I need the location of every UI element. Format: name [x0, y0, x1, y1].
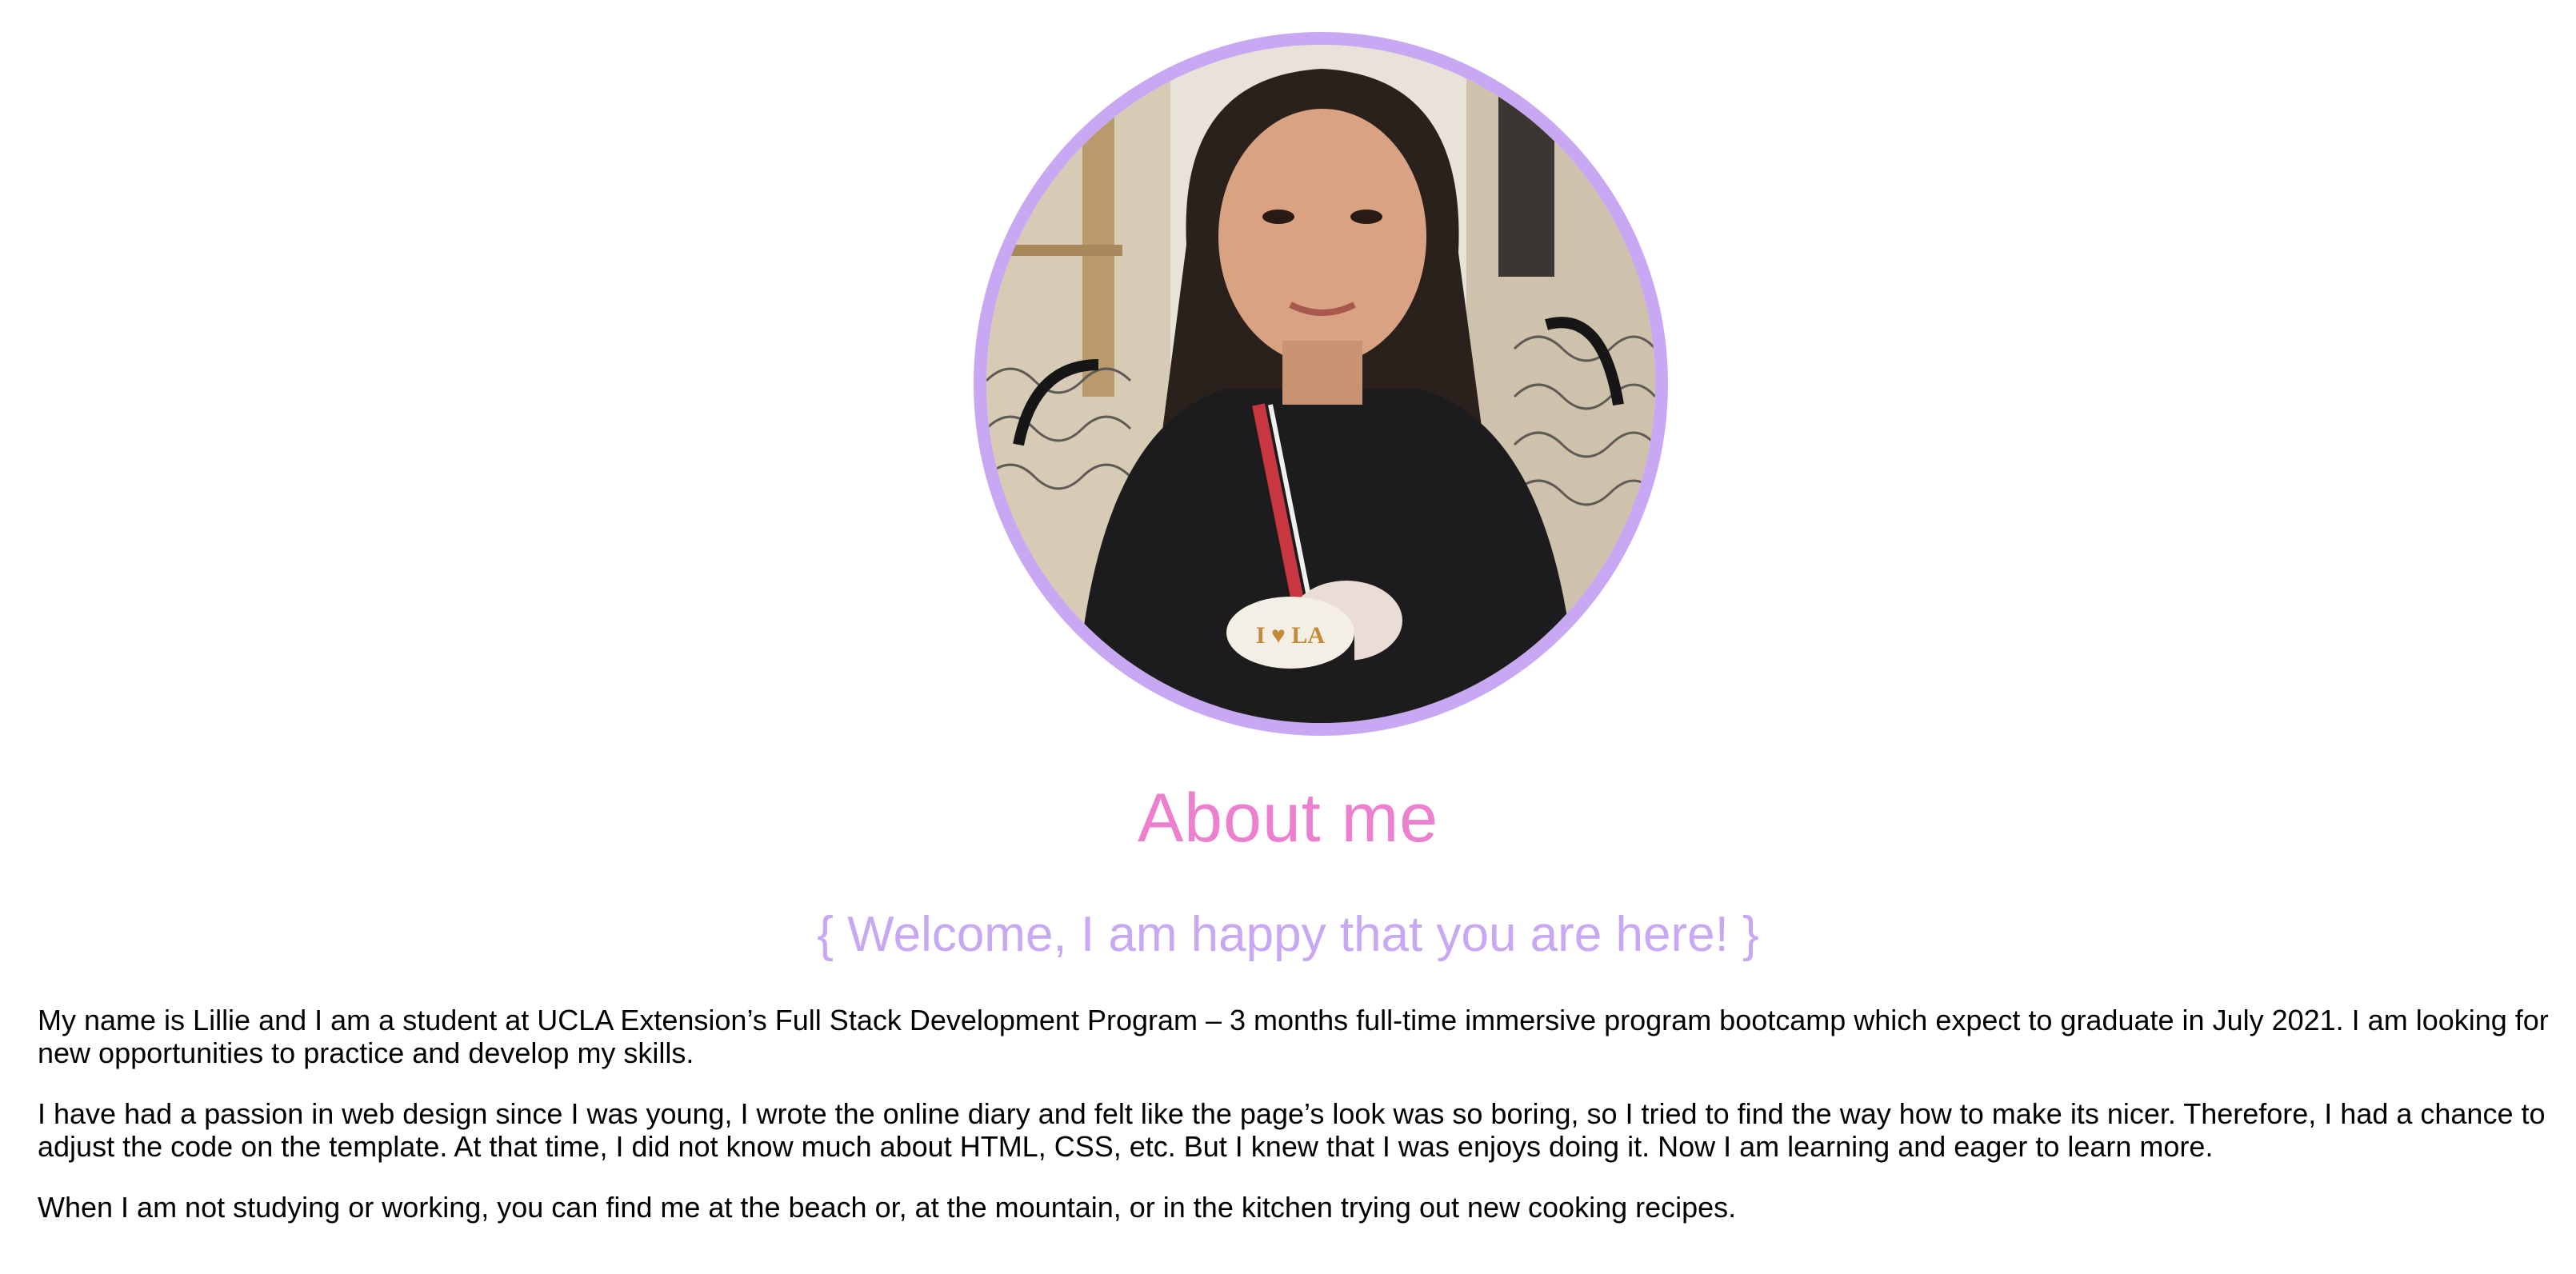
- about-text: My name is Lillie and I am a student at …: [38, 1004, 2558, 1252]
- svg-text:I ♥ LA: I ♥ LA: [1256, 622, 1325, 649]
- passion-paragraph: I have had a passion in web design since…: [38, 1097, 2546, 1163]
- welcome-tagline: { Welcome, I am happy that you are here!…: [817, 907, 1759, 962]
- about-page: I ♥ LA About me { Welcome, I am happy th…: [0, 0, 2576, 1274]
- profile-avatar: I ♥ LA: [974, 32, 1668, 736]
- profile-photo: I ♥ LA: [986, 45, 1655, 723]
- page-title: About me: [1137, 780, 1439, 857]
- intro-paragraph: My name is Lillie and I am a student at …: [38, 1004, 2549, 1069]
- hobbies-paragraph: When I am not studying or working, you c…: [38, 1191, 1737, 1224]
